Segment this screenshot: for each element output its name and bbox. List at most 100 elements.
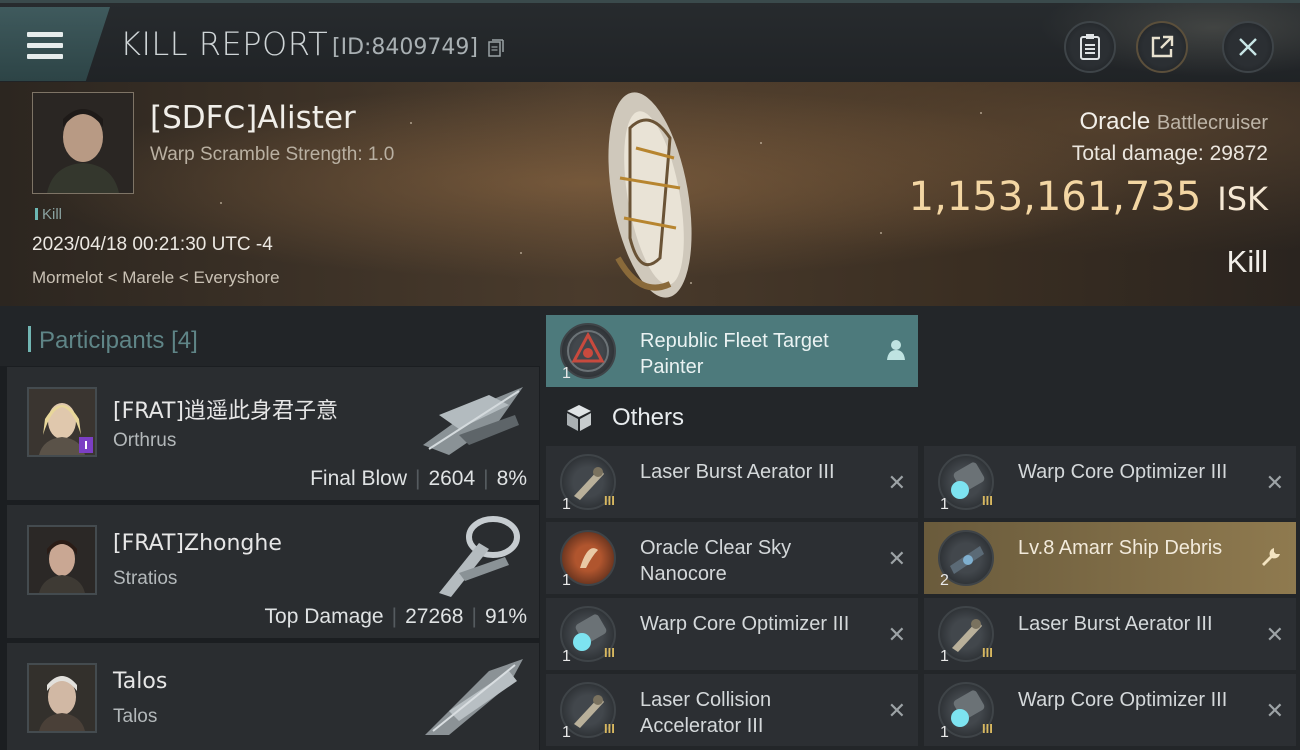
item-quantity: 1 [562,365,571,382]
item-tier: III [982,721,993,736]
victim-banner: [SDFC]Alister Warp Scramble Strength: 1.… [0,82,1300,306]
item-tier: III [604,721,615,736]
total-damage: Total damage: 29872 [1072,142,1268,166]
star [410,122,412,124]
participant-percent: 91% [484,605,527,628]
item-quantity: 1 [562,648,571,665]
participant-name: [FRAT]Zhonghe [113,531,282,556]
participant-avatar [27,387,97,457]
victim-ship-image [608,92,692,298]
pilot-icon [887,340,905,360]
item-name: Warp Core Optimizer III [640,613,850,635]
isk-amount: 1,153,161,735 [908,174,1202,220]
participant-avatar [27,663,97,733]
participants-title: Participants [4] [28,326,198,355]
participant-damage: 27268 [405,605,464,628]
item-warp-core-optimizer[interactable]: 1 III Warp Core Optimizer III ✕ [924,446,1296,518]
participant-avatar [27,525,97,595]
participant-row[interactable]: [FRAT]逍遥此身君子意 Orthrus Final Blow | 2604 | 8% [7,367,539,500]
participants-header: Participants [4] [0,306,540,366]
victim-name[interactable]: [SDFC]Alister [150,100,356,136]
participant-ship-image [439,516,520,597]
destroyed-icon: ✕ [1265,698,1284,723]
participant-ship-image [425,659,523,735]
isk-unit: ISK [1217,180,1268,218]
item-quantity: 1 [562,496,571,513]
close-button[interactable] [1222,21,1274,73]
item-laser-burst-aerator[interactable]: 1 III Laser Burst Aerator III ✕ [924,598,1296,670]
participant-stats: Top Damage | 27268 | 91% [264,605,527,628]
participant-ship-image [423,387,523,455]
share-button[interactable] [1136,21,1188,73]
destroyed-icon: ✕ [887,622,906,647]
participant-ship: Talos [113,706,158,727]
total-damage-value: 29872 [1209,142,1268,165]
wrench-icon [1262,548,1280,566]
item-laser-burst-aerator[interactable]: 1 III Laser Burst Aerator III ✕ [546,446,918,518]
item-quantity: 1 [940,724,949,741]
star [520,252,522,254]
item-quantity: 1 [562,724,571,741]
item-tier: III [982,645,993,660]
participant-ship: Orthrus [113,430,177,451]
destroyed-icon: ✕ [887,698,906,723]
item-name: Republic Fleet Target Painter [640,330,829,378]
item-laser-collision-accelerator[interactable]: 1 III Laser Collision Accelerator III ✕ [546,674,918,746]
clipboard-icon [1080,34,1100,60]
participant-role: Final Blow [310,467,407,490]
header-bar: KILL REPORT [ID:8409749] [0,0,1300,85]
kill-tag-label: Kill [42,206,63,223]
kill-report-id: [ID:8409749] [332,35,478,60]
item-quantity: 1 [562,572,571,589]
destroyed-icon: ✕ [887,470,906,495]
participant-damage: 2604 [428,467,476,490]
menu-button[interactable] [0,7,110,81]
copy-id-icon[interactable] [488,39,504,57]
victim-avatar[interactable] [32,92,134,194]
clipboard-button[interactable] [1064,21,1116,73]
item-name: Warp Core Optimizer III [1018,461,1228,483]
participant-name: [FRAT]逍遥此身君子意 [113,399,338,424]
warp-scramble-strength: Warp Scramble Strength: 1.0 [150,144,395,165]
destroyed-icon: ✕ [1265,470,1284,495]
hamburger-menu-icon [27,32,63,60]
ship-name: Oracle [1079,108,1151,135]
participant-row[interactable]: Talos Talos [7,643,539,750]
item-name: Laser Burst Aerator III [640,461,835,483]
share-icon [1151,35,1174,58]
star [880,232,882,234]
participant-name: Talos [113,669,168,694]
item-ship-debris[interactable]: 2 Lv.8 Amarr Ship Debris [924,522,1296,594]
item-tier: III [604,493,615,508]
participant-stats: Final Blow | 2604 | 8% [310,467,527,490]
item-warp-core-optimizer[interactable]: 1 III Warp Core Optimizer III ✕ [924,674,1296,746]
kill-tag: Kill [35,206,62,223]
participant-row[interactable]: [FRAT]Zhonghe Stratios Top Damage | 27268 |… [7,505,539,638]
item-quantity: 1 [940,648,949,665]
item-quantity: 2 [940,572,949,589]
kill-datetime: 2023/04/18 00:21:30 UTC -4 [32,234,273,255]
victim-ship[interactable]: Oracle Battlecruiser [1079,108,1268,136]
others-section-title: Others [612,404,685,431]
item-tier: III [604,645,615,660]
kill-location[interactable]: Mormelot < Marele < Everyshore [32,268,280,288]
item-name: Oracle Clear Sky Nanocore [640,537,792,585]
item-target-painter[interactable]: 1 Republic Fleet Target Painter [546,315,918,387]
item-quantity: 1 [940,496,949,513]
item-warp-core-optimizer[interactable]: 1 III Warp Core Optimizer III ✕ [546,598,918,670]
destroyed-icon: ✕ [1265,622,1284,647]
item-name: Laser Burst Aerator III [1018,613,1213,635]
participant-role: Top Damage [264,605,384,628]
participant-ship: Stratios [113,568,178,589]
item-oracle-nanocore[interactable]: 1 Oracle Clear Sky Nanocore ✕ [546,522,918,594]
item-name: Laser Collision Accelerator III [640,689,772,737]
kill-result: Kill [1226,244,1268,279]
star [220,202,222,204]
total-damage-label: Total damage: [1071,142,1204,165]
star [980,112,982,114]
item-name: Lv.8 Amarr Ship Debris [1018,537,1223,559]
participant-percent: 8% [496,467,527,490]
close-icon [1239,38,1257,56]
item-name: Warp Core Optimizer III [1018,689,1228,711]
isk-value: 1,153,161,735 ISK [909,174,1268,220]
